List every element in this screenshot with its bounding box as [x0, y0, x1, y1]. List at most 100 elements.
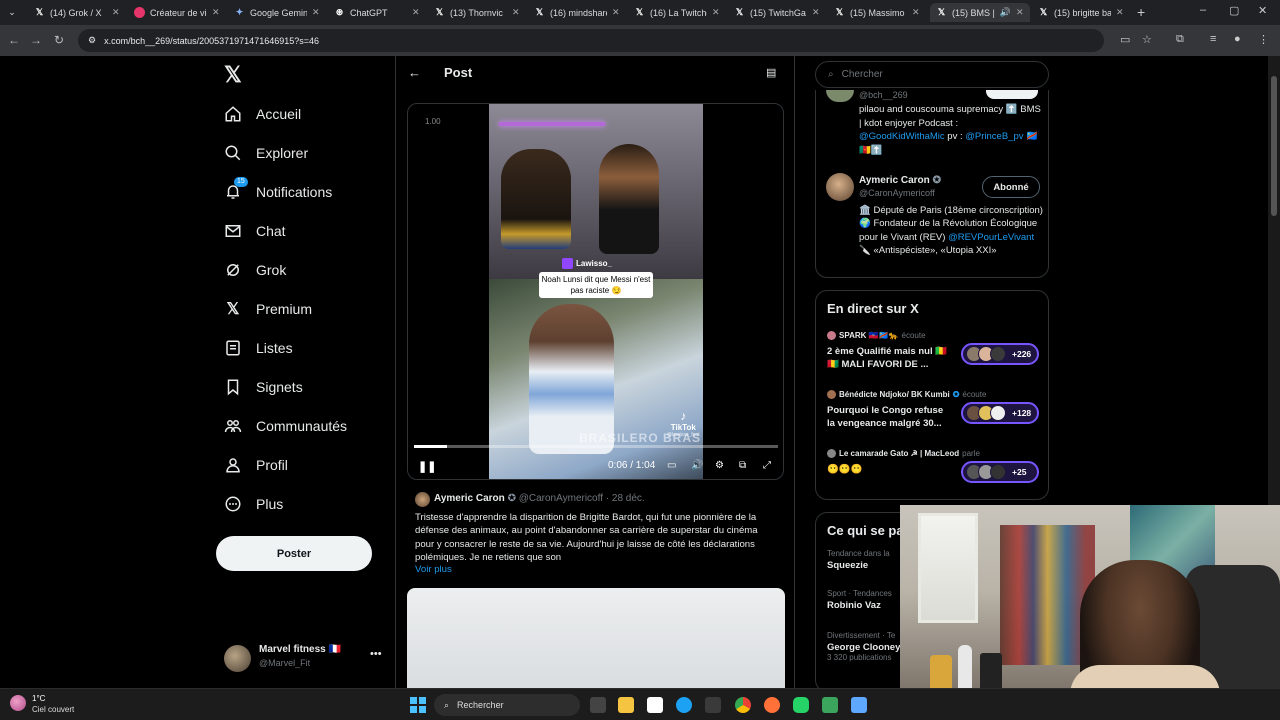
nav-signets[interactable]: Signets: [224, 376, 303, 398]
tab-brigitte[interactable]: 𝕏 (15) brigitte ba ✕: [1032, 3, 1130, 22]
nav-accueil[interactable]: Accueil: [224, 103, 301, 125]
bio-link[interactable]: @REVPourLeVivant: [948, 232, 1034, 243]
nav-communautes[interactable]: Communautés: [224, 415, 347, 437]
video-progress-bar[interactable]: [414, 445, 778, 448]
file-explorer-icon[interactable]: [618, 697, 634, 713]
tab-title: (14) Grok / X: [50, 7, 102, 18]
close-tab-icon[interactable]: ✕: [212, 7, 220, 18]
search-icon: ⌕: [444, 699, 450, 710]
x-logo-icon[interactable]: 𝕏: [224, 62, 242, 88]
tab-chatgpt[interactable]: ⊛ ChatGPT ✕: [328, 3, 426, 22]
following-button[interactable]: Abonné: [982, 176, 1040, 198]
site-info-icon[interactable]: ⚙: [88, 35, 96, 46]
follow-button[interactable]: [986, 90, 1038, 99]
captions-icon[interactable]: ▭: [667, 460, 676, 471]
fullscreen-icon[interactable]: ⤢: [763, 460, 771, 471]
reader-mode-icon[interactable]: ▤: [766, 66, 776, 79]
volume-icon[interactable]: 🔊: [691, 460, 703, 471]
notepad-icon[interactable]: [647, 697, 663, 713]
nav-profil[interactable]: Profil: [224, 454, 288, 476]
discord-icon[interactable]: [793, 697, 809, 713]
back-arrow-icon[interactable]: ←: [408, 65, 421, 80]
user-name[interactable]: Aymeric Caron ✪: [859, 175, 941, 186]
tab-search-dropdown-icon[interactable]: ⌄: [4, 4, 20, 20]
live-space-item[interactable]: SPARK 🇭🇹🇨🇩🐆 écoute 2 ème Qualifié mais nu…: [827, 331, 1042, 381]
restore-icon[interactable]: ▢: [1229, 4, 1239, 17]
close-tab-icon[interactable]: ✕: [1016, 7, 1024, 18]
speaker-icon[interactable]: 🔊: [1000, 7, 1011, 18]
back-icon[interactable]: ←: [8, 33, 20, 47]
profile-avatar-icon[interactable]: ●: [1234, 33, 1241, 45]
app-icon[interactable]: [822, 697, 838, 713]
live-space-item[interactable]: Le camarade Gato ☭ | MacLeod parle 😶😶😶 +2…: [827, 449, 1042, 499]
nav-listes[interactable]: Listes: [224, 337, 293, 359]
close-tab-icon[interactable]: ✕: [1116, 7, 1124, 18]
close-tab-icon[interactable]: ✕: [512, 7, 520, 18]
tweet-media[interactable]: [407, 588, 785, 688]
windows-start-icon[interactable]: [410, 697, 426, 713]
nav-premium[interactable]: 𝕏 Premium: [224, 298, 312, 320]
edge-icon[interactable]: [676, 697, 692, 713]
task-view-icon[interactable]: [590, 697, 606, 713]
app-icon[interactable]: [705, 697, 721, 713]
nav-explorer[interactable]: Explorer: [224, 142, 308, 164]
close-tab-icon[interactable]: ✕: [312, 7, 320, 18]
tweet-author[interactable]: Aymeric Caron: [434, 493, 505, 504]
taskbar-search[interactable]: ⌕ Rechercher: [434, 694, 580, 716]
settings-gear-icon[interactable]: ⚙: [715, 460, 724, 471]
new-tab-button[interactable]: +: [1137, 4, 1145, 20]
avatar[interactable]: [826, 173, 854, 201]
close-tab-icon[interactable]: ✕: [712, 7, 720, 18]
video-frame: Lawisso_ Noah Lunsi dit que Messi n'est …: [489, 104, 703, 479]
pip-icon[interactable]: ⧉: [739, 460, 746, 471]
host-name: Bénédicte Ndjoko/ BK Kumbi: [839, 390, 950, 399]
url-bar[interactable]: ⚙ x.com/bch__269/status/2005371971471646…: [78, 29, 1104, 52]
close-tab-icon[interactable]: ✕: [612, 7, 620, 18]
bookmark-star-icon[interactable]: ☆: [1142, 33, 1152, 46]
nav-plus[interactable]: Plus: [224, 493, 283, 515]
pause-icon[interactable]: ❚❚: [418, 460, 436, 473]
avatar: [827, 331, 836, 340]
space-title: 2 ème Qualifié mais nul 🇲🇱🇬🇳 MALI FAVORI…: [827, 346, 948, 370]
bio-link[interactable]: @GoodKidWithaMic: [859, 131, 945, 142]
tab-mindshare[interactable]: 𝕏 (16) mindshare ✕: [528, 3, 626, 22]
menu-icon[interactable]: ⋮: [1258, 33, 1269, 46]
scrollbar-thumb[interactable]: [1271, 76, 1277, 216]
more-dots-icon[interactable]: •••: [370, 648, 382, 660]
search-input[interactable]: ⌕ Chercher: [815, 61, 1049, 88]
nav-grok[interactable]: Grok: [224, 259, 286, 281]
post-button[interactable]: Poster: [216, 536, 372, 571]
tab-la-twitche[interactable]: 𝕏 (16) La Twitche ✕: [628, 3, 726, 22]
tab-createur[interactable]: Créateur de vid ✕: [128, 3, 226, 22]
media-icon[interactable]: ≡: [1210, 33, 1216, 45]
person-left: [501, 149, 571, 249]
minimize-icon[interactable]: –: [1200, 4, 1206, 16]
close-window-icon[interactable]: ✕: [1258, 4, 1267, 17]
account-switcher[interactable]: Marvel fitness 🇫🇷 @Marvel_Fit •••: [224, 642, 394, 682]
show-more-link[interactable]: Voir plus: [415, 564, 452, 575]
tab-massimo[interactable]: 𝕏 (15) Massimo ✕: [828, 3, 926, 22]
video-player[interactable]: 1.00 Lawisso_ Noah Lunsi dit que Messi n…: [407, 103, 784, 480]
close-tab-icon[interactable]: ✕: [112, 7, 120, 18]
bio-link[interactable]: @PrinceB_pv: [965, 131, 1023, 142]
nav-notifications[interactable]: 15 Notifications: [224, 177, 332, 203]
close-tab-icon[interactable]: ✕: [812, 7, 820, 18]
tab-bms-active[interactable]: 𝕏 (15) BMS | 🔊 ✕: [930, 3, 1030, 22]
bookmark-icon: [224, 378, 242, 396]
tab-gemini[interactable]: ✦ Google Gemini ✕: [228, 3, 326, 22]
nav-chat[interactable]: Chat: [224, 220, 286, 242]
chrome-icon[interactable]: [735, 697, 751, 713]
tab-grok[interactable]: 𝕏 (14) Grok / X ✕: [28, 3, 126, 22]
firefox-icon[interactable]: [764, 697, 780, 713]
tab-twitchga[interactable]: 𝕏 (15) TwitchGa ✕: [728, 3, 826, 22]
forward-icon[interactable]: →: [30, 33, 42, 47]
reload-icon[interactable]: ↻: [54, 33, 64, 47]
cast-icon[interactable]: ▭: [1120, 33, 1130, 46]
extensions-icon[interactable]: ⧉: [1176, 33, 1184, 46]
live-space-item[interactable]: Bénédicte Ndjoko/ BK Kumbi ✪ écoute Pourqu…: [827, 390, 1042, 440]
close-tab-icon[interactable]: ✕: [912, 7, 920, 18]
app-icon[interactable]: [851, 697, 867, 713]
tab-thornvic[interactable]: 𝕏 (13) Thornvic ✕: [428, 3, 526, 22]
weather-widget[interactable]: 1°C Ciel couvert: [10, 693, 74, 715]
close-tab-icon[interactable]: ✕: [412, 7, 420, 18]
